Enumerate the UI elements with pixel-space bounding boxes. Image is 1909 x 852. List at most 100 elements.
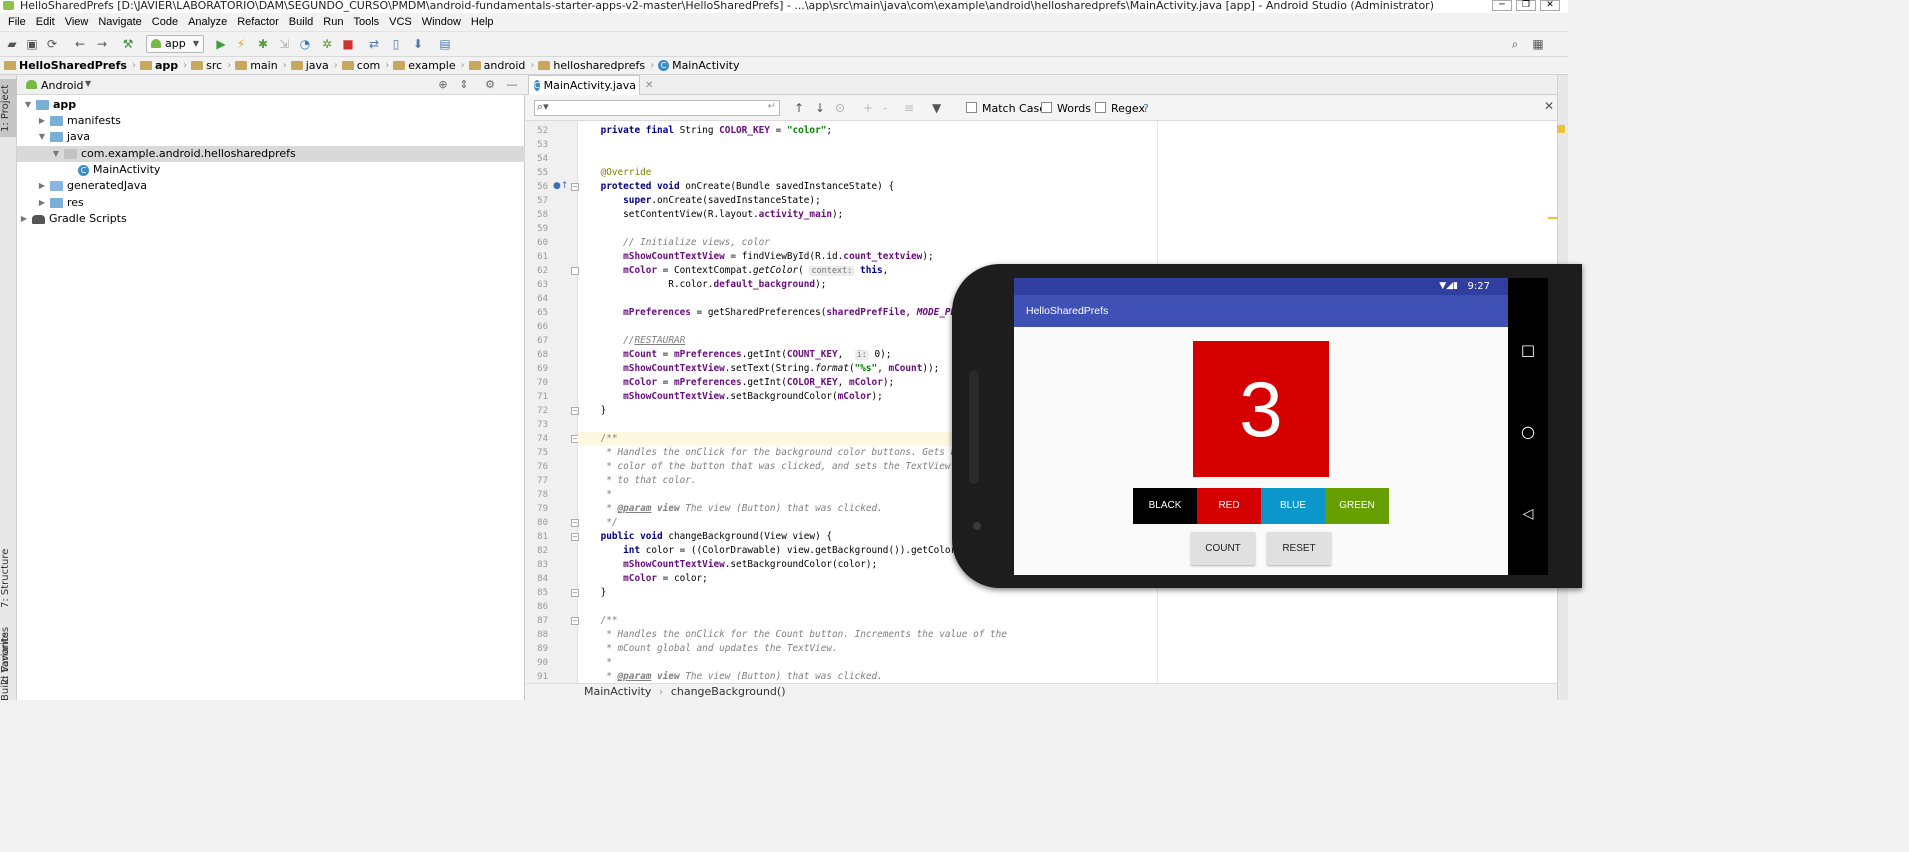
- code-line[interactable]: * @param view The view (Button) that was…: [578, 670, 1568, 684]
- menu-navigate[interactable]: Navigate: [93, 16, 146, 28]
- run-config-select[interactable]: app ▼: [146, 35, 204, 53]
- count-button[interactable]: COUNT: [1191, 532, 1255, 565]
- regex-checkbox[interactable]: [1095, 102, 1106, 113]
- project-structure-icon[interactable]: ▤: [437, 36, 453, 52]
- sync-gradle-icon[interactable]: ⇄: [366, 36, 382, 52]
- tab-build-variants[interactable]: Build Variants: [0, 631, 17, 703]
- chevron-right-icon[interactable]: ▶: [37, 195, 47, 211]
- forward-icon[interactable]: →: [94, 36, 110, 52]
- select-all-icon[interactable]: ≡: [904, 101, 914, 115]
- code-line[interactable]: // Initialize views, color: [578, 236, 1568, 250]
- code-line[interactable]: setContentView(R.layout.activity_main);: [578, 208, 1568, 222]
- back-icon[interactable]: ←: [72, 36, 88, 52]
- breadcrumb-item[interactable]: app ›: [139, 59, 191, 72]
- debug-bug-icon[interactable]: ✲: [319, 36, 335, 52]
- settings-icon[interactable]: ▦: [1530, 36, 1546, 52]
- sdk-manager-icon[interactable]: ⬇: [410, 36, 426, 52]
- breadcrumb-item[interactable]: example ›: [393, 59, 468, 72]
- words-checkbox[interactable]: [1041, 102, 1052, 113]
- code-line[interactable]: mShowCountTextView = findViewById(R.id.c…: [578, 250, 1568, 264]
- breadcrumb-item[interactable]: C MainActivity: [658, 59, 743, 72]
- recents-icon[interactable]: □: [1520, 342, 1536, 358]
- code-line[interactable]: * Handles the onClick for the Count butt…: [578, 628, 1568, 642]
- breadcrumb-item[interactable]: com ›: [341, 59, 394, 72]
- tree-item-app[interactable]: ▼ app: [17, 97, 525, 113]
- code-line[interactable]: [578, 600, 1568, 614]
- menu-build[interactable]: Build: [284, 16, 318, 28]
- code-line[interactable]: @Override: [578, 166, 1568, 180]
- debug-icon[interactable]: ✱: [255, 36, 271, 52]
- attach-debugger-icon[interactable]: ⇲: [276, 36, 292, 52]
- code-line[interactable]: super.onCreate(savedInstanceState);: [578, 194, 1568, 208]
- reset-button[interactable]: RESET: [1267, 532, 1331, 565]
- tree-item-generatedjava[interactable]: ▶ generatedJava: [17, 178, 525, 194]
- code-line[interactable]: *: [578, 656, 1568, 670]
- close-button[interactable]: ✕: [1540, 0, 1560, 11]
- menu-code[interactable]: Code: [147, 16, 183, 28]
- hide-panel-icon[interactable]: —: [505, 78, 519, 92]
- code-line[interactable]: [578, 152, 1568, 166]
- tree-item-package[interactable]: ▼ com.example.android.hellosharedprefs: [17, 146, 525, 162]
- menu-run[interactable]: Run: [318, 16, 348, 28]
- tree-item-gradle-scripts[interactable]: ▶ Gradle Scripts: [17, 211, 525, 227]
- find-all-icon[interactable]: ⊙: [835, 101, 845, 115]
- close-find-icon[interactable]: ✕: [1544, 99, 1554, 113]
- remove-selection-icon[interactable]: -: [883, 101, 887, 115]
- search-everywhere-icon[interactable]: ⌕: [1507, 36, 1523, 52]
- black-button[interactable]: BLACK: [1133, 488, 1197, 524]
- code-line[interactable]: [578, 222, 1568, 236]
- chevron-right-icon[interactable]: ▶: [37, 178, 47, 194]
- green-button[interactable]: GREEN: [1325, 488, 1389, 524]
- breadcrumb-item[interactable]: java ›: [290, 59, 342, 72]
- menu-file[interactable]: File: [3, 16, 31, 28]
- back-icon[interactable]: ◁: [1520, 506, 1536, 522]
- breadcrumb-item[interactable]: main ›: [235, 59, 290, 72]
- avd-manager-icon[interactable]: ▯: [388, 36, 404, 52]
- menu-analyze[interactable]: Analyze: [183, 16, 232, 28]
- tree-item-java[interactable]: ▼ java: [17, 129, 525, 145]
- close-tab-icon[interactable]: ✕: [645, 80, 653, 91]
- stop-icon[interactable]: ■: [340, 36, 356, 52]
- tab-mainactivity[interactable]: C MainActivity.java ✕: [528, 75, 653, 95]
- breadcrumb-item[interactable]: hellosharedprefs ›: [538, 59, 658, 72]
- red-button[interactable]: RED: [1197, 488, 1261, 524]
- code-line[interactable]: /**: [578, 614, 1568, 628]
- filter-icon[interactable]: ▼: [932, 101, 941, 115]
- run-icon[interactable]: ▶: [213, 36, 229, 52]
- make-project-icon[interactable]: ⚒: [120, 36, 136, 52]
- next-occurrence-icon[interactable]: ↓: [815, 101, 825, 115]
- menu-help[interactable]: Help: [466, 16, 499, 28]
- project-view-select[interactable]: Android: [41, 79, 84, 92]
- override-icon[interactable]: ●↑: [553, 181, 568, 191]
- sync-icon[interactable]: ⟳: [44, 36, 60, 52]
- status-class[interactable]: MainActivity: [584, 685, 651, 698]
- previous-occurrence-icon[interactable]: ↑: [794, 101, 804, 115]
- breadcrumb-item[interactable]: android ›: [468, 59, 539, 72]
- code-line[interactable]: }: [578, 586, 1568, 600]
- chevron-down-icon[interactable]: ▼: [51, 146, 61, 162]
- open-folder-icon[interactable]: ▰: [4, 36, 20, 52]
- breadcrumb-item[interactable]: HelloSharedPrefs ›: [4, 59, 140, 72]
- menu-view[interactable]: View: [60, 16, 94, 28]
- search-input[interactable]: ⌕▾ ↵: [534, 100, 780, 116]
- code-line[interactable]: protected void onCreate(Bundle savedInst…: [578, 180, 1568, 194]
- locate-icon[interactable]: ⊕: [436, 78, 450, 92]
- regex-help-link[interactable]: ?: [1143, 102, 1149, 115]
- code-line[interactable]: [578, 138, 1568, 152]
- chevron-right-icon[interactable]: ▶: [37, 113, 47, 129]
- minimize-button[interactable]: ─: [1492, 0, 1512, 11]
- profile-icon[interactable]: ◔: [297, 36, 313, 52]
- tree-item-mainactivity[interactable]: C MainActivity: [17, 162, 525, 178]
- tree-item-manifests[interactable]: ▶ manifests: [17, 113, 525, 129]
- tab-structure[interactable]: 7: Structure: [0, 543, 17, 613]
- menu-refactor[interactable]: Refactor: [232, 16, 284, 28]
- chevron-down-icon[interactable]: ▼: [85, 79, 91, 88]
- chevron-right-icon[interactable]: ▶: [19, 211, 29, 227]
- warning-marker[interactable]: [1557, 125, 1565, 133]
- match-case-checkbox[interactable]: [966, 102, 977, 113]
- home-icon[interactable]: ○: [1520, 424, 1536, 440]
- code-line[interactable]: private final String COLOR_KEY = "color"…: [578, 124, 1568, 138]
- collapse-all-icon[interactable]: ⇕: [457, 78, 471, 92]
- maximize-button[interactable]: ❐: [1516, 0, 1536, 11]
- tab-project[interactable]: 1: Project: [0, 79, 17, 137]
